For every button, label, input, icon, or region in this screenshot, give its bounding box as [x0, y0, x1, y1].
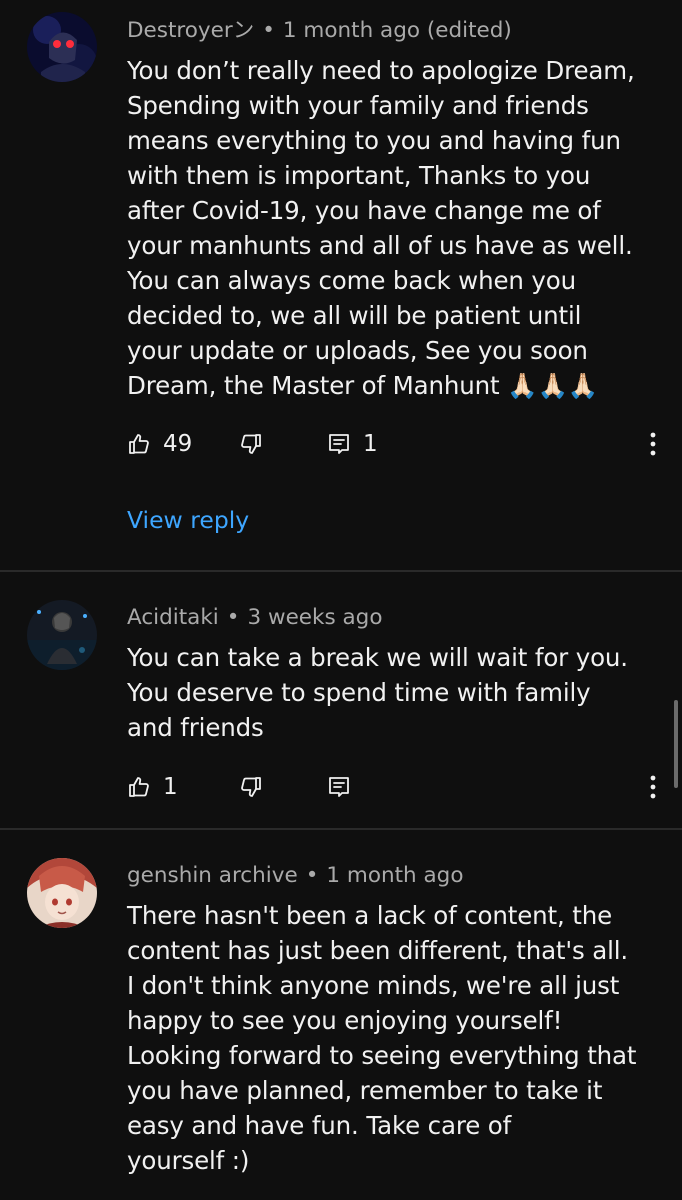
comment-actions: 49 1	[127, 424, 682, 464]
reply-icon	[327, 432, 351, 456]
meta-separator: •	[305, 863, 319, 888]
comment-time: 3 weeks ago	[247, 605, 383, 630]
comment-text: There hasn't been a lack of content, the…	[127, 901, 637, 1175]
more-options-icon[interactable]	[646, 773, 660, 801]
like-button[interactable]: 49	[127, 424, 192, 464]
more-options-icon[interactable]	[646, 430, 660, 458]
comment-time: 1 month ago (edited)	[282, 18, 512, 43]
comment-text: You don’t really need to apologize Dream…	[127, 56, 635, 400]
reply-button[interactable]: 1	[327, 424, 378, 464]
divider	[0, 570, 682, 572]
comments-page: Destroyerン • 1 month ago (edited) You don’…	[0, 0, 682, 1200]
scrollbar[interactable]	[674, 700, 678, 788]
like-count: 49	[163, 431, 193, 457]
dislike-button[interactable]	[239, 767, 263, 807]
divider	[0, 828, 682, 830]
avatar[interactable]	[27, 12, 97, 82]
comment-author[interactable]: Destroyerン	[127, 18, 254, 43]
comment-meta: Aciditaki • 3 weeks ago	[127, 607, 382, 629]
reply-count: 1	[363, 431, 378, 457]
thumbs-up-icon	[127, 432, 151, 456]
view-reply-link[interactable]: View reply	[127, 506, 249, 534]
comment-actions: 1	[127, 767, 682, 807]
comment-meta: Destroyerン • 1 month ago (edited)	[127, 20, 512, 42]
thumbs-up-icon	[127, 775, 151, 799]
thumbs-down-icon	[239, 775, 263, 799]
meta-separator: •	[262, 18, 275, 43]
comment-text: You can take a break we will wait for yo…	[127, 643, 628, 742]
like-button[interactable]: 1	[127, 767, 178, 807]
comment-time: 1 month ago	[326, 863, 464, 888]
thumbs-down-icon	[239, 432, 263, 456]
avatar[interactable]	[27, 600, 97, 670]
comment-author[interactable]: genshin archive	[127, 863, 298, 888]
reply-icon	[327, 775, 351, 799]
meta-separator: •	[226, 605, 240, 630]
dislike-button[interactable]	[239, 424, 263, 464]
like-count: 1	[163, 774, 178, 800]
comment-meta: genshin archive • 1 month ago	[127, 865, 463, 887]
reply-button[interactable]	[327, 767, 351, 807]
comment-author[interactable]: Aciditaki	[127, 605, 219, 630]
avatar[interactable]	[27, 858, 97, 928]
